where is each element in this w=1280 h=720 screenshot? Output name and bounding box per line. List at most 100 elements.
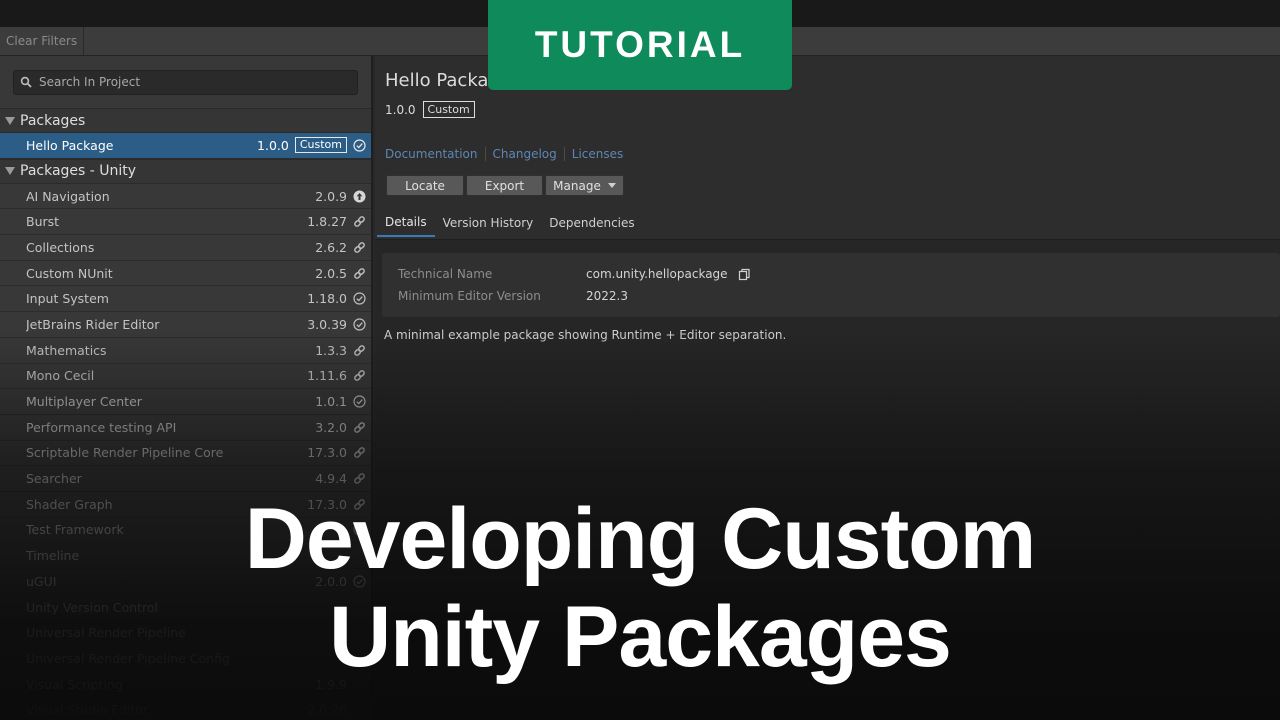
- package-version: 1.8.27: [307, 214, 347, 230]
- search-icon: [20, 76, 32, 88]
- expand-triangle-icon[interactable]: [5, 116, 15, 125]
- search-input[interactable]: [39, 75, 339, 89]
- package-version: 1.11.6: [307, 368, 347, 384]
- chevron-down-icon: [607, 183, 616, 188]
- package-version: 17.3.0: [307, 445, 347, 461]
- package-version: 1.3.3: [315, 342, 347, 358]
- package-row[interactable]: Burst 1.8.27: [0, 209, 371, 236]
- package-version: 2.6.2: [315, 239, 347, 255]
- installed-check-icon: [353, 395, 366, 408]
- package-name: Hello Package: [26, 137, 114, 153]
- package-version: 3.0.39: [307, 316, 347, 332]
- link-icon: [353, 369, 366, 382]
- link-icon: [353, 472, 366, 485]
- package-row[interactable]: Mono Cecil 1.11.6: [0, 364, 371, 390]
- link-separator: [484, 147, 486, 161]
- group-header-packages-unity[interactable]: Packages - Unity: [0, 158, 371, 184]
- link-icon: [353, 241, 366, 254]
- detail-tabs: Details Version History Dependencies: [377, 209, 643, 239]
- info-key: Technical Name: [398, 267, 493, 281]
- package-row[interactable]: Visual Studio Editor 2.0.26: [0, 697, 371, 720]
- package-actions: Locate Export Manage: [386, 175, 626, 196]
- info-value: 2022.3: [586, 289, 628, 303]
- package-name: JetBrains Rider Editor: [26, 316, 160, 332]
- link-icon: [353, 215, 366, 228]
- package-row[interactable]: Multiplayer Center 1.0.1: [0, 389, 371, 415]
- link-icon: [353, 446, 366, 459]
- package-row[interactable]: Performance testing API 3.2.0: [0, 415, 371, 441]
- package-row[interactable]: JetBrains Rider Editor 3.0.39: [0, 312, 371, 338]
- licenses-link[interactable]: Licenses: [572, 147, 624, 161]
- info-value: com.unity.hellopackage: [586, 267, 728, 281]
- package-row[interactable]: Scriptable Render Pipeline Core 17.3.0: [0, 441, 371, 467]
- package-info-box: Technical Name com.unity.hellopackage Mi…: [382, 253, 1280, 317]
- headline-line-2: Unity Packages: [329, 589, 952, 685]
- locate-button[interactable]: Locate: [386, 175, 464, 196]
- package-name: Visual Studio Editor: [26, 702, 149, 718]
- package-row[interactable]: Custom NUnit 2.0.5: [0, 261, 371, 287]
- package-version: 1.0.0: [257, 137, 289, 153]
- package-name: Multiplayer Center: [26, 394, 142, 410]
- package-name: Searcher: [26, 471, 82, 487]
- link-icon: [353, 344, 366, 357]
- tab-dependencies[interactable]: Dependencies: [541, 209, 642, 237]
- custom-badge: Custom: [294, 137, 347, 154]
- tutorial-badge: TUTORIAL: [488, 0, 792, 90]
- group-header-packages[interactable]: Packages: [0, 108, 371, 133]
- package-version: 2.0.9: [315, 188, 347, 204]
- installed-check-icon: [353, 139, 366, 152]
- installed-check-icon: [353, 318, 366, 331]
- package-version: 4.9.4: [315, 471, 347, 487]
- tab-version-history[interactable]: Version History: [435, 209, 542, 237]
- clear-filters-button[interactable]: Clear Filters: [0, 27, 84, 55]
- search-bar: [0, 56, 371, 108]
- update-arrow-icon: [353, 190, 366, 203]
- package-version: 2.0.5: [315, 265, 347, 281]
- package-row[interactable]: AI Navigation 2.0.9: [0, 184, 371, 210]
- export-button[interactable]: Export: [466, 175, 543, 196]
- link-icon: [353, 421, 366, 434]
- package-links: Documentation Changelog Licenses: [385, 147, 623, 161]
- package-name: Performance testing API: [26, 419, 177, 435]
- package-name: Scriptable Render Pipeline Core: [26, 445, 224, 461]
- manage-label: Manage: [553, 178, 601, 193]
- package-description: A minimal example package showing Runtim…: [384, 328, 787, 342]
- package-name: Collections: [26, 239, 95, 255]
- custom-badge: Custom: [422, 101, 475, 118]
- package-row[interactable]: Mathematics 1.3.3: [0, 338, 371, 364]
- package-name: Mono Cecil: [26, 368, 95, 384]
- package-row[interactable]: Input System 1.18.0: [0, 286, 371, 313]
- package-row-hello-package[interactable]: Hello Package 1.0.0 Custom: [0, 133, 371, 159]
- package-name: AI Navigation: [26, 188, 110, 204]
- package-version: 1.18.0: [307, 291, 347, 307]
- package-row[interactable]: Collections 2.6.2: [0, 235, 371, 261]
- group-title: Packages - Unity: [20, 163, 137, 180]
- expand-triangle-icon[interactable]: [5, 167, 15, 176]
- tab-details[interactable]: Details: [377, 209, 435, 237]
- package-version: 3.2.0: [315, 419, 347, 435]
- package-version-line: 1.0.0 Custom: [385, 101, 475, 118]
- info-row-technical-name: Technical Name com.unity.hellopackage: [398, 267, 751, 281]
- package-name: Custom NUnit: [26, 265, 113, 281]
- package-name: Burst: [26, 214, 60, 230]
- link-icon: [353, 267, 366, 280]
- manage-dropdown-button[interactable]: Manage: [545, 175, 624, 196]
- headline-line-1: Developing Custom: [244, 491, 1037, 587]
- package-name: Input System: [26, 291, 109, 307]
- link-separator: [563, 147, 565, 161]
- package-version: 2.0.26: [307, 702, 347, 718]
- documentation-link[interactable]: Documentation: [385, 147, 478, 161]
- installed-check-icon: [353, 292, 366, 305]
- package-version: 1.0.1: [315, 394, 347, 410]
- changelog-link[interactable]: Changelog: [493, 147, 557, 161]
- video-headline: Developing Custom Unity Packages: [0, 490, 1280, 686]
- package-name: Mathematics: [26, 342, 107, 358]
- info-row-minimum-editor-version: Minimum Editor Version 2022.3: [398, 289, 628, 303]
- group-title: Packages: [20, 112, 86, 129]
- search-box[interactable]: [13, 69, 358, 95]
- copy-icon[interactable]: [738, 268, 751, 281]
- package-row[interactable]: Searcher 4.9.4: [0, 466, 371, 492]
- status-placeholder: [353, 703, 366, 716]
- package-version: 1.0.0: [385, 102, 416, 117]
- info-key: Minimum Editor Version: [398, 289, 541, 303]
